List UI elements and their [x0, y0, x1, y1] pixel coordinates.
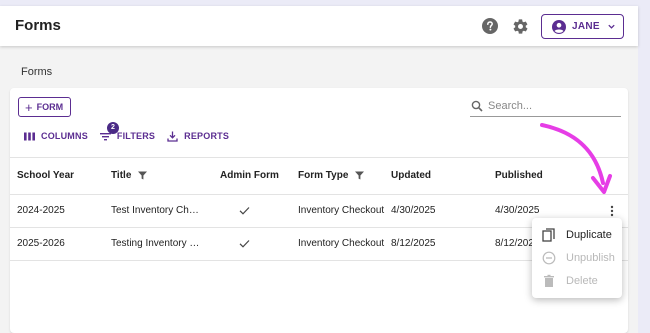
add-form-button[interactable]: + FORM	[18, 97, 71, 117]
app-title: Forms	[15, 17, 61, 34]
row-actions-menu: Duplicate Unpublish Delete	[532, 218, 622, 298]
account-circle-icon	[552, 19, 566, 34]
filters-count-badge: 2	[106, 121, 119, 134]
gear-icon[interactable]	[512, 18, 529, 35]
column-header-form-type[interactable]: Form Type	[298, 170, 365, 181]
cell-form-type: Inventory Checkout	[298, 238, 385, 249]
cell-school-year: 2024-2025	[17, 205, 65, 216]
check-icon	[239, 240, 250, 248]
column-header-label: Title	[111, 170, 132, 181]
column-header-label: Updated	[391, 170, 431, 181]
user-menu-button[interactable]: JANE	[541, 14, 624, 39]
copy-icon	[542, 227, 555, 242]
columns-button[interactable]: COLUMNS	[24, 131, 88, 142]
chevron-down-icon	[608, 24, 615, 29]
filters-button[interactable]: 2 FILTERS	[99, 121, 156, 142]
cell-updated: 8/12/2025	[391, 238, 436, 249]
column-header-label: Form Type	[298, 170, 349, 181]
column-header-label: School Year	[17, 170, 75, 181]
column-header-title[interactable]: Title	[111, 170, 148, 181]
user-name: JANE	[572, 21, 600, 32]
reports-button[interactable]: REPORTS	[167, 131, 229, 142]
add-form-label: FORM	[36, 102, 64, 112]
check-icon	[239, 207, 250, 215]
menu-item-label: Duplicate	[566, 228, 612, 241]
column-header-admin-form[interactable]: Admin Form	[220, 170, 279, 181]
help-circle-icon[interactable]	[482, 18, 498, 34]
table-toolbar: COLUMNS 2 FILTERS REPORTS	[24, 121, 241, 143]
reports-label: REPORTS	[184, 131, 230, 141]
cell-updated: 4/30/2025	[391, 205, 436, 216]
breadcrumb: Forms	[21, 66, 53, 78]
cell-published: 4/30/2025	[495, 205, 540, 216]
cell-form-type: Inventory Checkout	[298, 205, 385, 216]
column-header-updated[interactable]: Updated	[391, 170, 431, 181]
column-header-label: Published	[495, 170, 543, 181]
column-header-published[interactable]: Published	[495, 170, 543, 181]
columns-label: COLUMNS	[41, 131, 88, 141]
cell-title: Testing Inventory …	[111, 238, 200, 249]
column-header-label: Admin Form	[220, 170, 279, 181]
minus-circle-icon	[542, 251, 556, 264]
table-header: School Year Title Admin Form Form Type U…	[10, 157, 628, 195]
menu-item-delete[interactable]: Delete	[532, 269, 622, 292]
top-bar: Forms JANE	[0, 6, 638, 46]
column-header-school-year[interactable]: School Year	[17, 170, 74, 181]
search-box	[470, 97, 621, 117]
more-vert-icon[interactable]	[605, 204, 619, 218]
filter-icon[interactable]	[138, 171, 148, 180]
search-input[interactable]	[488, 97, 618, 115]
filter-icon[interactable]	[355, 171, 365, 180]
columns-icon	[24, 132, 35, 140]
menu-item-label: Delete	[566, 274, 598, 287]
menu-item-label: Unpublish	[566, 251, 615, 264]
download-icon	[167, 131, 178, 142]
search-icon	[471, 100, 483, 112]
menu-item-duplicate[interactable]: Duplicate	[532, 223, 622, 246]
plus-icon: +	[25, 99, 33, 115]
cell-title: Test Inventory Ch…	[111, 205, 199, 216]
cell-school-year: 2025-2026	[17, 238, 65, 249]
filters-label: FILTERS	[116, 131, 156, 141]
trash-icon	[544, 274, 554, 287]
menu-item-unpublish[interactable]: Unpublish	[532, 246, 622, 269]
